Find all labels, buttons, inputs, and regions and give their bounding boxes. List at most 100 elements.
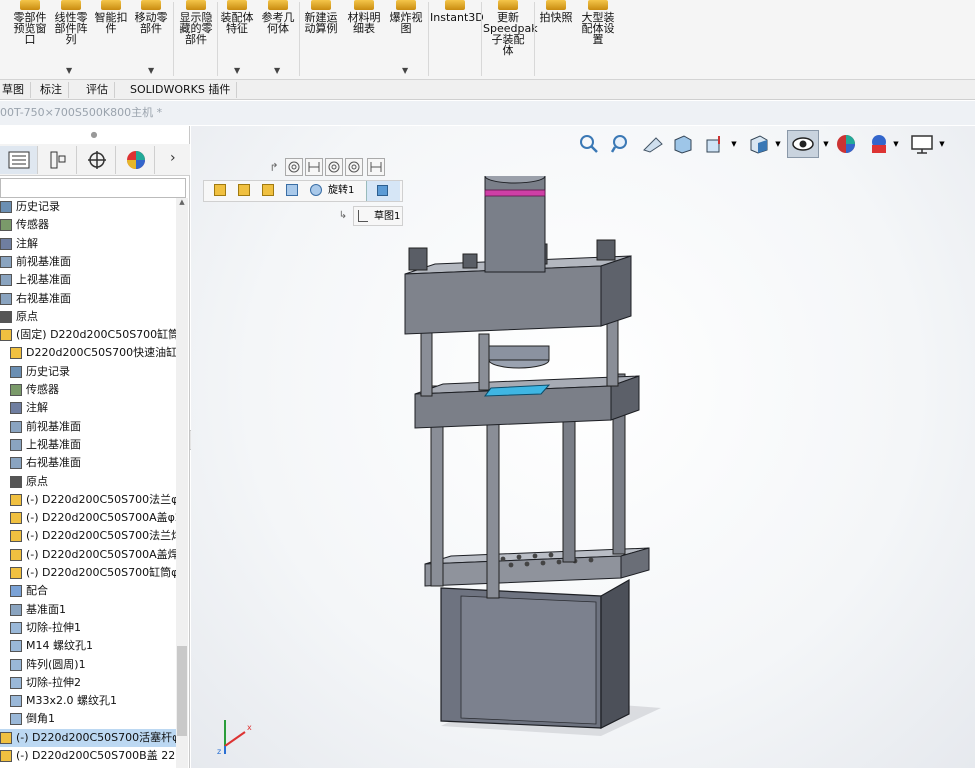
hydraulic-press-model[interactable] (391, 176, 691, 746)
tree-item[interactable]: 切除-拉伸2 (0, 674, 176, 692)
tree-item[interactable]: 原点 (0, 308, 176, 326)
tree-item[interactable]: (-) D220d200C50S700法兰φ390 (0, 491, 176, 509)
chevron-down-icon[interactable]: ▼ (937, 136, 947, 152)
assembly-icon (0, 329, 12, 342)
tree-item[interactable]: (-) D220d200C50S700缸筒φ273 (0, 564, 176, 582)
chevron-up-icon[interactable]: ▲ (176, 198, 188, 206)
tab-sketch[interactable]: 草图 (0, 82, 31, 98)
assembly-icon[interactable] (238, 184, 250, 196)
tab-property-manager[interactable] (39, 146, 77, 174)
large-assembly-settings-button[interactable]: 大型装 配体设 置 (578, 0, 618, 45)
tree-item[interactable]: (固定) D220d200C50S700缸筒装配体 (0, 326, 176, 344)
tree-item[interactable]: 右视基准面 (0, 454, 176, 472)
annotation-icon (10, 402, 22, 415)
tree-item[interactable]: D220d200C50S700快速油缸装配 (0, 344, 176, 362)
tree-item[interactable]: (-) D220d200C50S700A盖焊缝< (0, 546, 176, 564)
tab-display-manager[interactable] (117, 146, 155, 174)
chevron-down-icon[interactable]: ▼ (148, 66, 154, 75)
tree-item[interactable]: 注解 (0, 235, 176, 253)
tree-scrollbar-thumb[interactable] (177, 646, 187, 736)
tree-item[interactable]: (-) D220d200C50S700活塞杆φ219× (0, 728, 176, 747)
chevron-down-icon[interactable]: ▼ (274, 66, 280, 75)
tree-filter-input[interactable] (0, 178, 186, 198)
move-component-icon (141, 0, 161, 10)
chevron-down-icon[interactable]: ▼ (891, 136, 901, 152)
part-icon (10, 567, 22, 579)
tab-configuration-manager[interactable] (78, 146, 116, 174)
concentric-mate-icon[interactable] (345, 158, 363, 176)
hide-show-items-icon[interactable] (787, 130, 819, 158)
concentric-mate-icon[interactable] (325, 158, 343, 176)
breadcrumb-feature[interactable]: 旋转1 (328, 181, 354, 201)
view-settings-icon[interactable] (909, 132, 935, 156)
mate-icon (10, 585, 22, 598)
tab-evaluate[interactable]: 评估 (80, 82, 115, 98)
show-hidden-components-button[interactable]: 显示隐 藏的零 部件 (176, 0, 216, 45)
tree-item[interactable]: (-) D220d200C50S700法兰焊缝 (0, 527, 176, 545)
tab-solidworks-addins[interactable]: SOLIDWORKS 插件 (124, 82, 238, 98)
assembly-icon[interactable] (262, 184, 274, 196)
tree-item[interactable]: (-) D220d200C50S700B盖 220× (0, 747, 176, 765)
tree-item[interactable]: 注解 (0, 399, 176, 417)
tree-item[interactable]: 历史记录 (0, 198, 176, 216)
chevron-down-icon[interactable]: ▼ (773, 136, 783, 152)
exploded-view-button[interactable]: 爆炸视 图 (386, 0, 426, 34)
assembly-icon[interactable] (214, 184, 226, 196)
bill-of-materials-button[interactable]: 材料明 细表 (344, 0, 384, 34)
exploded-view-icon (396, 0, 416, 10)
tree-item[interactable]: 切除-拉伸1 (0, 619, 176, 637)
tree-item[interactable]: 原点 (0, 473, 176, 491)
new-motion-study-button[interactable]: 新建运 动算例 (300, 0, 342, 34)
tree-item[interactable]: 上视基准面 (0, 436, 176, 454)
tree-item[interactable]: 传感器 (0, 381, 176, 399)
linear-component-pattern-button[interactable]: 线性零 部件阵 列 (52, 0, 90, 45)
plane-icon (10, 603, 22, 616)
graphics-viewport[interactable]: ▼ ▼ ▼ ▼ ▼ ↱ 旋转1 ↳ 草图1 x z (191, 126, 975, 768)
tree-item[interactable]: M33x2.0 螺纹孔1 (0, 692, 176, 710)
tree-item-label: 基准面1 (26, 602, 66, 616)
instant3d-button[interactable]: Instant3D (430, 0, 484, 23)
move-component-button[interactable]: 移动零 部件 (132, 0, 170, 34)
take-snapshot-button[interactable]: 拍快照 (536, 0, 576, 23)
width-mate-icon[interactable] (305, 158, 323, 176)
display-style-icon[interactable] (747, 132, 771, 156)
component-preview-window-button[interactable]: 零部件 预览窗 口 (10, 0, 50, 45)
tree-item[interactable]: 前视基准面 (0, 418, 176, 436)
chevron-down-icon[interactable]: ▼ (402, 66, 408, 75)
tab-feature-manager[interactable] (0, 146, 38, 174)
tree-item[interactable]: M14 螺纹孔1 (0, 637, 176, 655)
tree-item[interactable]: 阵列(圆周)1 (0, 656, 176, 674)
assembly-features-button[interactable]: 装配体 特征 (218, 0, 256, 34)
chevron-down-icon[interactable]: ▼ (729, 136, 739, 152)
chevron-right-icon[interactable]: › (170, 150, 176, 166)
concentric-mate-icon[interactable] (285, 158, 303, 176)
chevron-down-icon[interactable]: ▼ (234, 66, 240, 75)
smart-fasteners-button[interactable]: 智能扣 件 (92, 0, 130, 34)
zoom-to-fit-icon[interactable] (577, 132, 601, 156)
tree-item[interactable]: 右视基准面 (0, 290, 176, 308)
tree-item[interactable]: 倒角1 (0, 710, 176, 728)
chevron-down-icon[interactable]: ▼ (821, 136, 831, 152)
chevron-down-icon[interactable]: ▼ (66, 66, 72, 75)
previous-view-icon[interactable] (641, 132, 665, 156)
tree-item[interactable]: 基准面1 (0, 601, 176, 619)
tree-item[interactable]: 上视基准面 (0, 271, 176, 289)
edit-appearance-icon[interactable] (834, 132, 858, 156)
section-view-icon[interactable] (671, 132, 695, 156)
width-mate-icon[interactable] (367, 158, 385, 176)
tree-item[interactable]: 历史记录 (0, 363, 176, 381)
view-orientation-icon[interactable] (703, 132, 727, 156)
reference-geometry-button[interactable]: 参考几 何体 (258, 0, 298, 34)
part-icon[interactable] (286, 184, 298, 196)
tree-item[interactable]: 前视基准面 (0, 253, 176, 271)
zoom-to-area-icon[interactable] (609, 132, 633, 156)
update-speedpak-button[interactable]: 更新 Speedpak 子装配 体 (483, 0, 538, 56)
tree-item[interactable]: (-) D220d200C50S700A盖φ273 (0, 509, 176, 527)
revolve-icon[interactable] (310, 184, 322, 196)
apply-scene-icon[interactable] (867, 132, 891, 156)
panel-grip[interactable]: ● (0, 126, 188, 144)
tree-item[interactable]: 配合 (0, 582, 176, 600)
tree-item-label: 上视基准面 (16, 273, 71, 287)
tab-markup[interactable]: 标注 (34, 82, 69, 98)
tree-item[interactable]: 传感器 (0, 216, 176, 234)
